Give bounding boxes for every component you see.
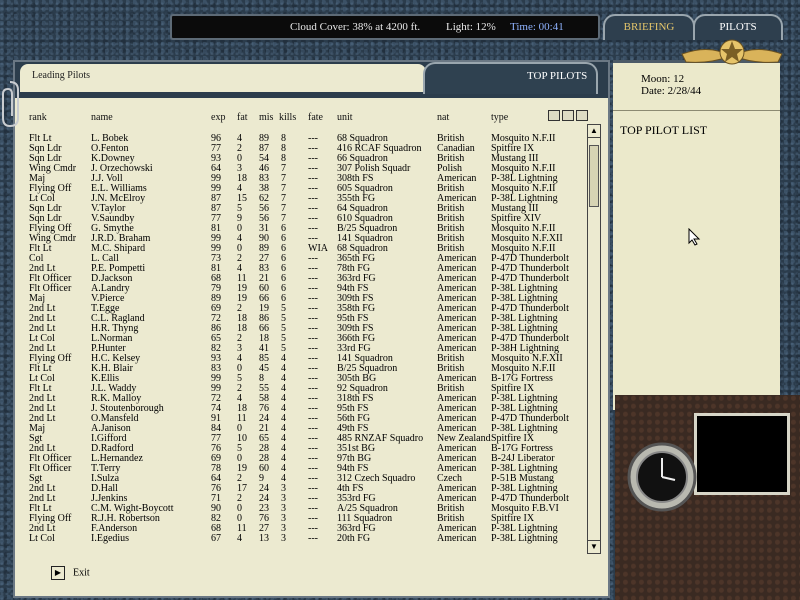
cell-name: I.Egedius [91,533,130,544]
play-arrow-icon: ▶ [51,566,65,580]
exit-label: Exit [73,567,90,579]
column-header-kills[interactable]: kills [279,112,296,123]
cell-nat: American [437,533,477,544]
cloud-cover-text: Cloud Cover: 38% at 4200 ft. [290,21,421,33]
panel-header: Leading Pilots TOP PILOTS [15,62,608,98]
top-pilots-tab-label: TOP PILOTS [527,70,588,82]
maximize-button[interactable] [576,110,588,121]
cell-rank: Lt Col [29,533,55,544]
display-monitor [694,413,790,495]
column-header-rank[interactable]: rank [29,112,47,123]
table-row[interactable]: Lt Col I.Egedius 67 4 13 3 --- 20th FG American P… [29,534,589,544]
scroll-thumb[interactable] [589,145,599,207]
cell-exp: 67 [211,533,221,544]
column-header-unit[interactable]: unit [337,112,353,123]
clock-icon [625,440,699,519]
current-date: Date: 2/28/44 [641,85,702,97]
column-header-type[interactable]: type [491,112,508,123]
pilot-list: Flt Lt L. Bobek 96 4 89 8 --- 68 Squadron Britis… [29,134,589,554]
column-header-name[interactable]: name [91,112,113,123]
paperclip-icon [0,78,22,135]
cell-type: P-38L Lightning [491,533,558,544]
column-header-fate[interactable]: fate [308,112,323,123]
column-header-nat[interactable]: nat [437,112,449,123]
divider [613,110,780,111]
light-text: Light: 12% [446,21,496,33]
scroll-up-icon[interactable]: ▲ [588,125,600,138]
panel-title: Leading Pilots [32,70,91,81]
restore-button[interactable] [562,110,574,121]
status-bar: Cloud Cover: 38% at 4200 ft. Light: 12% … [170,14,600,40]
exit-button[interactable]: ▶ Exit [51,566,90,580]
column-header-exp[interactable]: exp [211,112,225,123]
cell-fat: 4 [237,533,242,544]
cell-kills: 3 [281,533,286,544]
moon-phase: Moon: 12 [641,73,685,85]
cell-mis: 13 [259,533,269,544]
top-pilot-list-title: TOP PILOT LIST [620,123,708,137]
cell-unit: 20th FG [337,533,371,544]
minimize-button[interactable] [548,110,560,121]
time-text: Time: 00:41 [510,21,564,33]
mouse-cursor-icon [688,227,702,251]
scroll-down-icon[interactable]: ▼ [588,540,600,553]
leading-pilots-panel: Leading Pilots TOP PILOTS rank name exp … [13,60,610,598]
pilot-wings-icon [680,34,784,81]
cell-fate: --- [308,533,318,544]
column-header-fat[interactable]: fat [237,112,248,123]
vertical-scrollbar[interactable]: ▲ ▼ [587,124,601,554]
column-header-mis[interactable]: mis [259,112,273,123]
